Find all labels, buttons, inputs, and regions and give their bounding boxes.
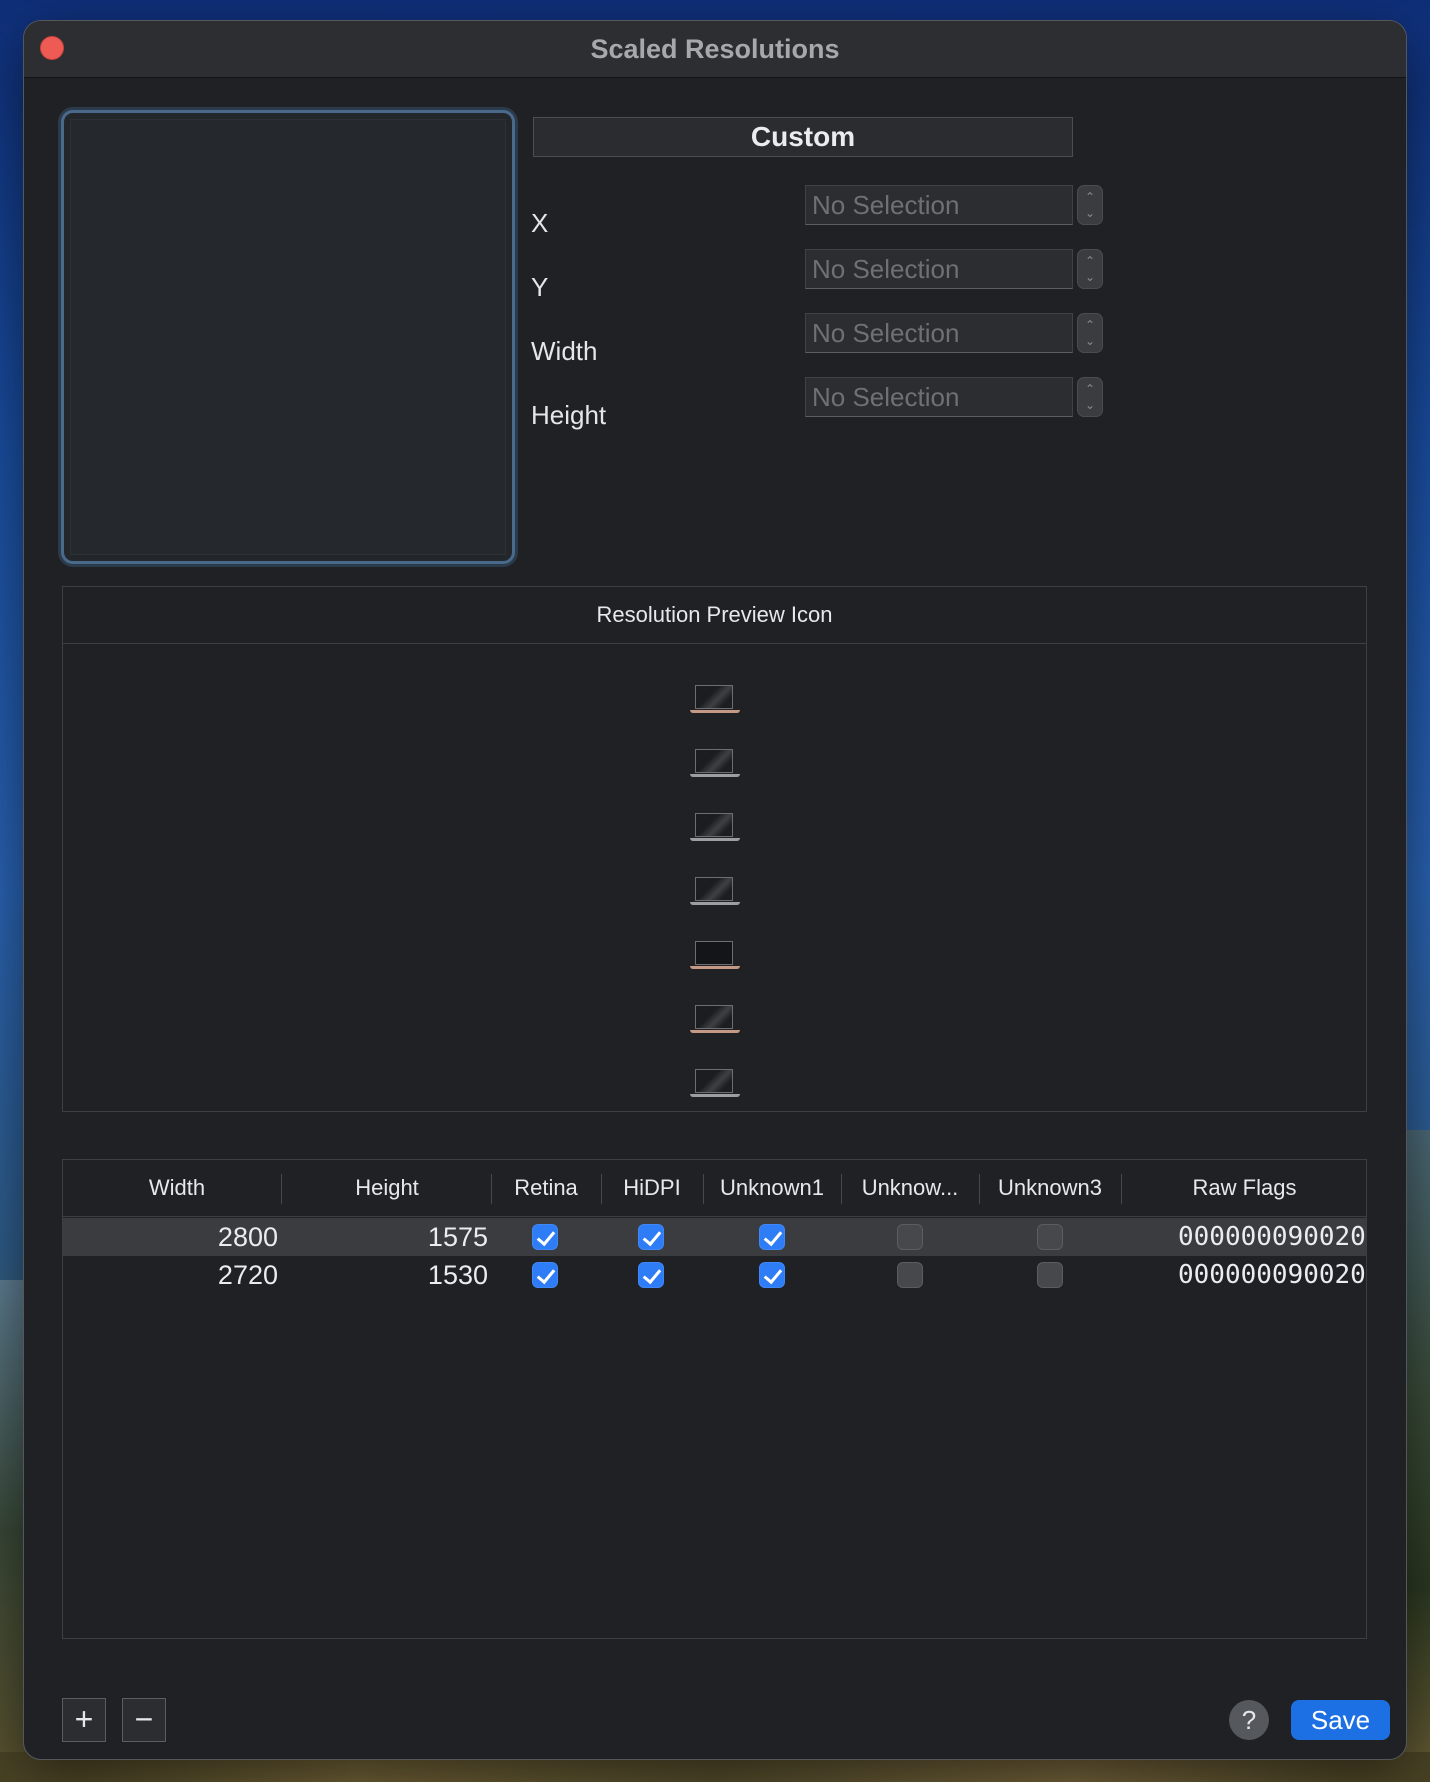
height-field[interactable]: No Selection	[805, 377, 1073, 417]
hidpi-checkbox[interactable]	[638, 1262, 664, 1288]
preview-canvas	[70, 119, 506, 555]
x-label: X	[531, 208, 549, 238]
resolution-preview[interactable]	[61, 110, 515, 564]
cell-height: 1530	[427, 1260, 488, 1290]
add-button[interactable]: +	[62, 1698, 106, 1742]
height-label: Height	[531, 400, 607, 430]
column-header-unknown3[interactable]: Unknown3	[979, 1160, 1121, 1216]
hidpi-checkbox[interactable]	[638, 1224, 664, 1250]
laptop-icon[interactable]	[690, 877, 740, 909]
x-field[interactable]: No Selection	[805, 185, 1073, 225]
table-header: Width Height Retina HiDPI Unknown1 Unkno…	[63, 1160, 1366, 1217]
save-button[interactable]: Save	[1291, 1700, 1390, 1740]
title-bar[interactable]: Scaled Resolutions	[24, 21, 1406, 78]
cell-width: 2800	[217, 1222, 278, 1252]
preview-icon-table[interactable]: Resolution Preview Icon	[62, 586, 1367, 1112]
laptop-icon[interactable]	[690, 813, 740, 845]
cell-raw-flags: 000000090020000	[1178, 1260, 1366, 1290]
y-label: Y	[531, 272, 549, 302]
unknown1-checkbox[interactable]	[759, 1224, 785, 1250]
chevron-up-icon[interactable]: ⌃	[1078, 255, 1102, 267]
cell-raw-flags: 000000090020000	[1178, 1222, 1366, 1252]
chevron-up-icon[interactable]: ⌃	[1078, 191, 1102, 203]
column-header-height[interactable]: Height	[283, 1160, 491, 1216]
chevron-up-icon[interactable]: ⌃	[1078, 319, 1102, 331]
height-stepper[interactable]: ⌃ ⌄	[1077, 377, 1103, 417]
column-header-width[interactable]: Width	[63, 1160, 291, 1216]
unknown3-checkbox[interactable]	[1037, 1224, 1063, 1250]
table-row[interactable]: 2800 1575 000000090020000	[63, 1218, 1366, 1256]
preset-popup[interactable]: Custom	[533, 117, 1073, 157]
retina-checkbox[interactable]	[532, 1224, 558, 1250]
unknown2-checkbox[interactable]	[897, 1224, 923, 1250]
retina-checkbox[interactable]	[532, 1262, 558, 1288]
laptop-icon[interactable]	[690, 941, 740, 973]
column-header-hidpi[interactable]: HiDPI	[601, 1160, 703, 1216]
cell-width: 2720	[217, 1260, 278, 1290]
chevron-down-icon[interactable]: ⌄	[1078, 399, 1102, 411]
table-row[interactable]: 2720 1530 000000090020000	[63, 1256, 1366, 1294]
column-header-unknown1[interactable]: Unknown1	[703, 1160, 841, 1216]
width-field[interactable]: No Selection	[805, 313, 1073, 353]
cell-height: 1575	[427, 1222, 488, 1252]
column-header-raw-flags[interactable]: Raw Flags	[1121, 1160, 1366, 1216]
laptop-icon[interactable]	[690, 1005, 740, 1037]
help-button[interactable]: ?	[1229, 1700, 1269, 1740]
column-header-unknown2[interactable]: Unknow...	[841, 1160, 979, 1216]
resolutions-table[interactable]: Width Height Retina HiDPI Unknown1 Unkno…	[62, 1159, 1367, 1639]
chevron-up-icon[interactable]: ⌃	[1078, 383, 1102, 395]
y-field[interactable]: No Selection	[805, 249, 1073, 289]
laptop-icon[interactable]	[690, 749, 740, 781]
laptop-icon[interactable]	[690, 1069, 740, 1101]
preview-icon-header: Resolution Preview Icon	[63, 587, 1366, 644]
y-stepper[interactable]: ⌃ ⌄	[1077, 249, 1103, 289]
chevron-down-icon[interactable]: ⌄	[1078, 335, 1102, 347]
chevron-down-icon[interactable]: ⌄	[1078, 271, 1102, 283]
window-title: Scaled Resolutions	[590, 34, 840, 64]
width-label: Width	[531, 336, 598, 366]
chevron-down-icon[interactable]: ⌄	[1078, 207, 1102, 219]
width-stepper[interactable]: ⌃ ⌄	[1077, 313, 1103, 353]
remove-button[interactable]: −	[122, 1698, 166, 1742]
unknown3-checkbox[interactable]	[1037, 1262, 1063, 1288]
column-header-retina[interactable]: Retina	[491, 1160, 601, 1216]
unknown2-checkbox[interactable]	[897, 1262, 923, 1288]
x-stepper[interactable]: ⌃ ⌄	[1077, 185, 1103, 225]
laptop-icon[interactable]	[690, 685, 740, 717]
scaled-resolutions-window: Scaled Resolutions Custom X No Selection…	[23, 20, 1407, 1760]
unknown1-checkbox[interactable]	[759, 1262, 785, 1288]
